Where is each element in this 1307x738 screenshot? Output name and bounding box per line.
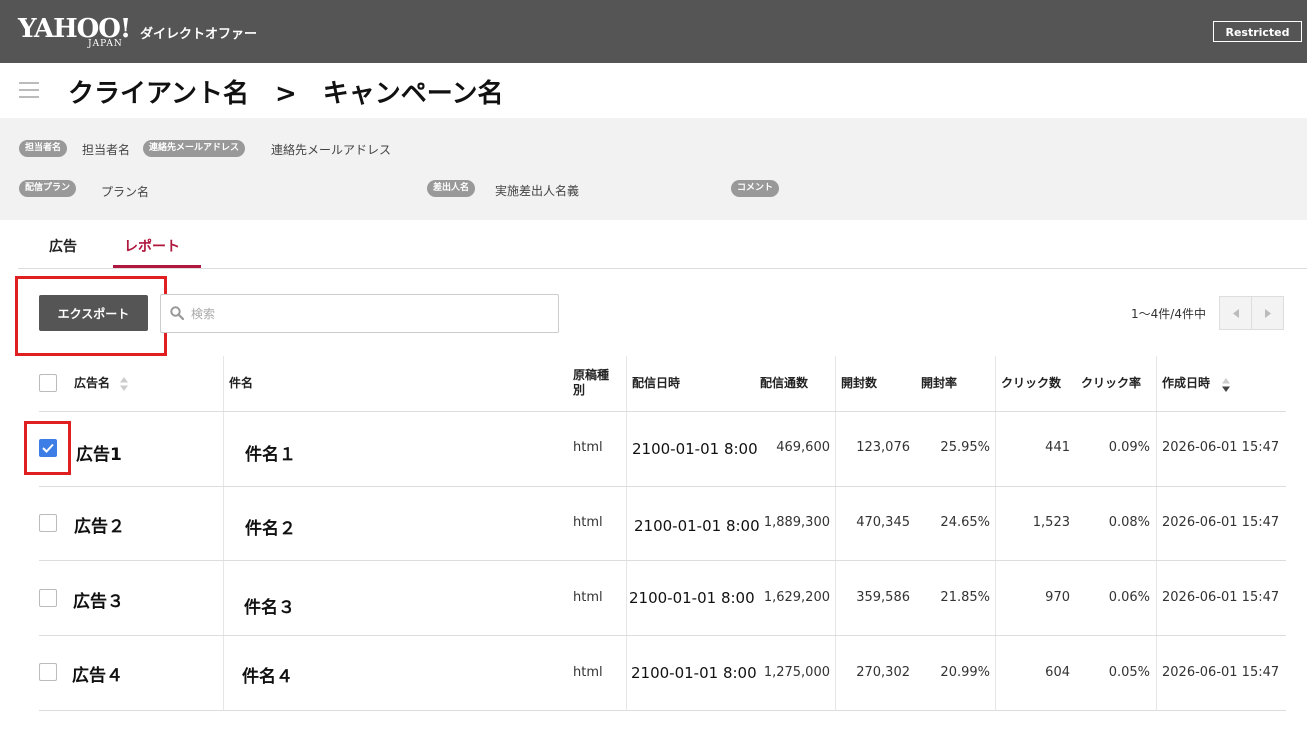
- sent-cell: 469,600: [776, 440, 830, 455]
- click-rate-cell: 0.09%: [1108, 440, 1150, 455]
- click-rate-cell: 0.05%: [1108, 665, 1150, 680]
- plan-label-chip: 配信プラン: [19, 180, 77, 197]
- column-header-opens: 開封数: [841, 376, 878, 390]
- export-button[interactable]: エクスポート: [39, 295, 148, 331]
- opens-cell: 359,586: [856, 590, 910, 605]
- pagination-summary: 1〜4件/4件中: [1131, 307, 1206, 321]
- yahoo-logo-sub: JAPAN: [88, 39, 123, 49]
- column-header-datetime: 配信日時: [632, 376, 681, 390]
- row-checkbox[interactable]: [39, 589, 57, 607]
- page-title: クライアント名 > キャンペーン名: [68, 79, 504, 109]
- open-rate-cell: 25.95%: [940, 440, 990, 455]
- ad-name-cell[interactable]: 広告４: [72, 661, 123, 686]
- column-separator: [995, 356, 996, 710]
- column-header-click-rate: クリック率: [1081, 376, 1142, 390]
- open-rate-cell: 21.85%: [940, 590, 990, 605]
- row-checkbox[interactable]: [39, 439, 57, 457]
- tab-report[interactable]: レポート: [124, 236, 180, 256]
- search-field[interactable]: [160, 294, 559, 333]
- sort-icon[interactable]: [119, 376, 129, 392]
- owner-label-chip: 担当者名: [19, 140, 68, 157]
- column-header-sent: 配信通数: [760, 376, 809, 390]
- plan-value: プラン名: [101, 185, 150, 199]
- ad-name-cell[interactable]: 広告２: [74, 512, 125, 537]
- row-checkbox[interactable]: [39, 514, 57, 532]
- created-cell: 2026-06-01 15:47: [1162, 665, 1280, 680]
- sent-cell: 1,275,000: [763, 665, 830, 680]
- row-checkbox[interactable]: [39, 663, 57, 681]
- opens-cell: 470,345: [856, 515, 910, 530]
- opens-cell: 123,076: [856, 440, 910, 455]
- ad-name-cell[interactable]: 広告1: [76, 440, 122, 465]
- column-header-subject: 件名: [229, 376, 254, 390]
- row-divider: [39, 635, 1286, 636]
- created-cell: 2026-06-01 15:47: [1162, 440, 1280, 455]
- column-header-ad-name[interactable]: 広告名: [74, 376, 110, 391]
- row-divider: [39, 710, 1286, 711]
- top-header-bar: YAHOO! JAPAN ダイレクトオファー Restricted: [0, 0, 1307, 63]
- clicks-cell: 1,523: [1032, 515, 1070, 530]
- created-cell: 2026-06-01 15:47: [1162, 590, 1280, 605]
- select-all-checkbox[interactable]: [39, 374, 57, 392]
- column-header-open-rate: 開封率: [921, 376, 958, 390]
- datetime-cell: 2100-01-01 8:00: [634, 517, 760, 535]
- prev-page-button[interactable]: [1219, 296, 1252, 330]
- subject-cell: 件名２: [245, 519, 296, 539]
- column-header-created[interactable]: 作成日時: [1162, 376, 1210, 391]
- subject-cell: 件名４: [242, 667, 293, 687]
- click-rate-cell: 0.06%: [1108, 590, 1150, 605]
- product-name: ダイレクトオファー: [140, 27, 258, 42]
- column-separator: [626, 356, 627, 710]
- row-divider: [39, 560, 1286, 561]
- datetime-cell: 2100-01-01 8:00: [632, 440, 758, 458]
- opens-cell: 270,302: [856, 665, 910, 680]
- sent-cell: 1,629,200: [763, 590, 830, 605]
- datetime-cell: 2100-01-01 8:00: [629, 589, 755, 607]
- tab-ads[interactable]: 広告: [49, 236, 77, 256]
- open-rate-cell: 24.65%: [940, 515, 990, 530]
- subject-cell: 件名１: [245, 445, 296, 465]
- created-cell: 2026-06-01 15:47: [1162, 515, 1280, 530]
- click-rate-cell: 0.08%: [1108, 515, 1150, 530]
- datetime-cell: 2100-01-01 8:00: [631, 664, 757, 682]
- column-separator: [223, 356, 224, 710]
- ad-name-cell[interactable]: 広告３: [73, 587, 124, 612]
- clicks-cell: 604: [1045, 665, 1070, 680]
- type-cell: html: [573, 665, 603, 680]
- open-rate-cell: 20.99%: [940, 665, 990, 680]
- type-cell: html: [573, 440, 603, 455]
- check-icon: [42, 443, 54, 453]
- comment-label-chip: コメント: [731, 180, 780, 197]
- chevron-left-icon: [1233, 309, 1239, 318]
- campaign-info-panel: 担当者名 担当者名 連絡先メールアドレス 連絡先メールアドレス 配信プラン プラ…: [0, 118, 1307, 220]
- sender-label-chip: 差出人名: [427, 180, 476, 197]
- tabs-divider: [18, 268, 1307, 269]
- clicks-cell: 441: [1045, 440, 1070, 455]
- email-value: 連絡先メールアドレス: [271, 143, 392, 157]
- sender-value: 実施差出人名義: [495, 184, 580, 198]
- sort-desc-icon[interactable]: [1221, 377, 1231, 393]
- type-cell: html: [573, 590, 603, 605]
- column-header-clicks: クリック数: [1001, 376, 1062, 390]
- next-page-button[interactable]: [1251, 296, 1284, 330]
- type-cell: html: [573, 515, 603, 530]
- column-separator: [1156, 356, 1157, 710]
- row-divider: [39, 411, 1286, 412]
- sent-cell: 1,889,300: [763, 515, 830, 530]
- email-label-chip: 連絡先メールアドレス: [143, 140, 246, 157]
- chevron-right-icon: [1265, 309, 1271, 318]
- search-icon: [170, 306, 184, 320]
- owner-value: 担当者名: [82, 143, 131, 157]
- menu-icon[interactable]: [19, 82, 39, 100]
- column-separator: [835, 356, 836, 710]
- row-divider: [39, 486, 1286, 487]
- column-header-type: 原稿種別: [573, 368, 610, 397]
- clicks-cell: 970: [1045, 590, 1070, 605]
- subject-cell: 件名３: [244, 598, 295, 618]
- restricted-badge: Restricted: [1213, 21, 1302, 42]
- search-input[interactable]: [189, 303, 553, 325]
